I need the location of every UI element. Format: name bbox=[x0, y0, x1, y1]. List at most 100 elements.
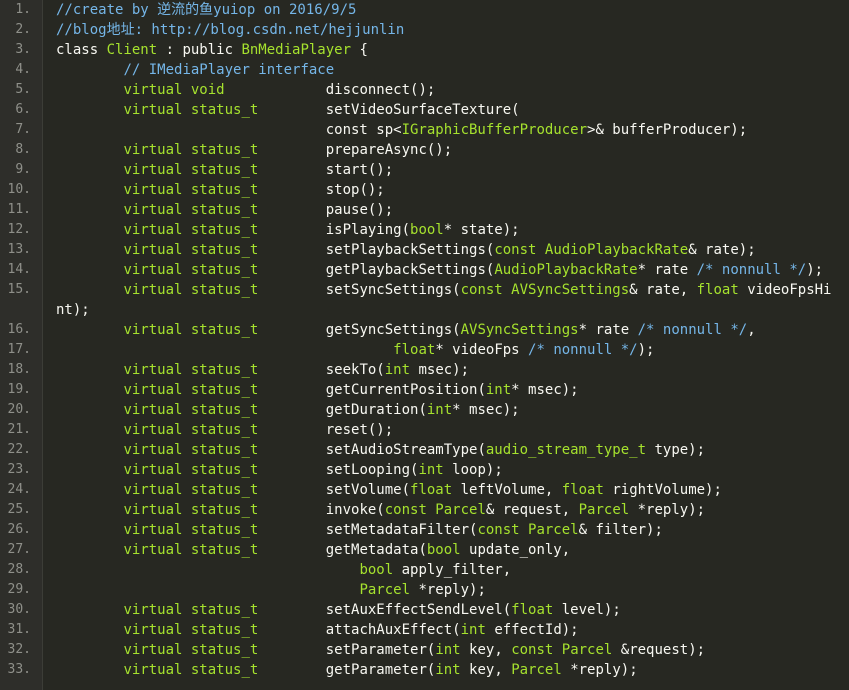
code-token-type: virtual status_t bbox=[123, 362, 259, 378]
line-number: 30. bbox=[7, 602, 31, 617]
code-line[interactable]: 19. virtual status_t getCurrentPosition(… bbox=[0, 380, 849, 400]
code-line[interactable]: 11. virtual status_t pause(); bbox=[0, 200, 849, 220]
code-line[interactable]: 6. virtual status_t setVideoSurfaceTextu… bbox=[0, 100, 849, 120]
code-line[interactable]: 29. Parcel *reply); bbox=[0, 580, 849, 600]
code-token-plain: : public bbox=[157, 42, 242, 58]
code-token-plain: * rate bbox=[578, 322, 638, 338]
code-line[interactable]: 12. virtual status_t isPlaying(bool* sta… bbox=[0, 220, 849, 240]
line-text: virtual status_t getPlaybackSettings(Aud… bbox=[56, 260, 823, 280]
code-token-plain: prepareAsync(); bbox=[258, 142, 453, 158]
code-line[interactable]: 31. virtual status_t attachAuxEffect(int… bbox=[0, 620, 849, 640]
code-token-type: const AudioPlaybackRate bbox=[494, 242, 689, 258]
code-token-plain: getPlaybackSettings( bbox=[258, 262, 495, 278]
code-line[interactable]: 4. // IMediaPlayer interface bbox=[0, 60, 849, 80]
line-number: 4. bbox=[15, 62, 31, 77]
code-line[interactable]: 17. float* videoFps /* nonnull */); bbox=[0, 340, 849, 360]
code-token-plain: getParameter( bbox=[258, 662, 436, 678]
code-token-type: virtual status_t bbox=[123, 202, 259, 218]
code-token-plain: setAuxEffectSendLevel( bbox=[258, 602, 512, 618]
code-line[interactable]: 33. virtual status_t getParameter(int ke… bbox=[0, 660, 849, 680]
code-line[interactable]: 1. //create by 逆流的鱼yuiop on 2016/9/5 bbox=[0, 0, 849, 20]
line-text: virtual status_t seekTo(int msec); bbox=[56, 360, 469, 380]
code-line[interactable]: 22. virtual status_t setAudioStreamType(… bbox=[0, 440, 849, 460]
code-line[interactable]: 13. virtual status_t setPlaybackSettings… bbox=[0, 240, 849, 260]
code-token-plain: getSyncSettings( bbox=[258, 322, 461, 338]
code-token-plain: pause(); bbox=[258, 202, 394, 218]
code-token-type: const Parcel bbox=[511, 642, 613, 658]
line-text: virtual status_t setAuxEffectSendLevel(f… bbox=[56, 600, 620, 620]
code-token-plain: *reply); bbox=[629, 502, 706, 518]
line-number: 13. bbox=[7, 242, 31, 257]
code-line[interactable]: 30. virtual status_t setAuxEffectSendLev… bbox=[0, 600, 849, 620]
code-token-comment: // IMediaPlayer interface bbox=[123, 62, 335, 78]
code-token-type: float bbox=[696, 282, 739, 298]
code-token-type: BnMediaPlayer bbox=[241, 42, 352, 58]
code-line[interactable]: 8. virtual status_t prepareAsync(); bbox=[0, 140, 849, 160]
code-line[interactable]: 32. virtual status_t setParameter(int ke… bbox=[0, 640, 849, 660]
code-line[interactable]: 18. virtual status_t seekTo(int msec); bbox=[0, 360, 849, 380]
code-line[interactable]: 26. virtual status_t setMetadataFilter(c… bbox=[0, 520, 849, 540]
line-text: Parcel *reply); bbox=[56, 580, 485, 600]
code-token-type: const Parcel bbox=[384, 502, 486, 518]
code-line[interactable]: 27. virtual status_t getMetadata(bool up… bbox=[0, 540, 849, 560]
code-token-type: bool bbox=[359, 562, 394, 578]
code-token-plain: , bbox=[747, 322, 756, 338]
code-token-plain: start(); bbox=[258, 162, 394, 178]
code-token-plain: isPlaying( bbox=[258, 222, 411, 238]
code-line[interactable]: 15. virtual status_t setSyncSettings(con… bbox=[0, 280, 849, 300]
line-text: nt); bbox=[56, 300, 90, 320]
code-token-plain: rightVolume); bbox=[603, 482, 722, 498]
code-line[interactable]: 23. virtual status_t setLooping(int loop… bbox=[0, 460, 849, 480]
code-line[interactable]: 21. virtual status_t reset(); bbox=[0, 420, 849, 440]
code-token-type: IGraphicBufferProducer bbox=[401, 122, 588, 138]
code-token-plain: * msec); bbox=[511, 382, 579, 398]
code-token-plain: setVolume( bbox=[258, 482, 411, 498]
code-token-type: const AVSyncSettings bbox=[460, 282, 630, 298]
code-line[interactable]: 16. virtual status_t getSyncSettings(AVS… bbox=[0, 320, 849, 340]
code-line[interactable]: 20. virtual status_t getDuration(int* ms… bbox=[0, 400, 849, 420]
line-text: virtual status_t prepareAsync(); bbox=[56, 140, 452, 160]
code-line[interactable]: 10. virtual status_t stop(); bbox=[0, 180, 849, 200]
code-line[interactable]: nt); bbox=[0, 300, 849, 320]
code-line[interactable]: 2. //blog地址: http://blog.csdn.net/hejjunl… bbox=[0, 20, 849, 40]
code-line[interactable]: 3. class Client : public BnMediaPlayer { bbox=[0, 40, 849, 60]
line-text: virtual status_t setVolume(float leftVol… bbox=[56, 480, 722, 500]
code-token-plain: >& bufferProducer); bbox=[587, 122, 748, 138]
code-line[interactable]: 14. virtual status_t getPlaybackSettings… bbox=[0, 260, 849, 280]
line-text: virtual status_t getMetadata(bool update… bbox=[56, 540, 570, 560]
code-token-plain: & request, bbox=[485, 502, 579, 518]
line-text: //create by 逆流的鱼yuiop on 2016/9/5 bbox=[56, 0, 356, 20]
line-number: 14. bbox=[7, 262, 31, 277]
code-line[interactable]: 5. virtual void disconnect(); bbox=[0, 80, 849, 100]
line-number: 20. bbox=[7, 402, 31, 417]
line-text: virtual status_t pause(); bbox=[56, 200, 393, 220]
code-token-plain: class bbox=[56, 42, 107, 58]
line-number: 28. bbox=[7, 562, 31, 577]
code-token-type: virtual status_t bbox=[123, 402, 259, 418]
code-token-plain: setParameter( bbox=[258, 642, 436, 658]
code-line[interactable]: 25. virtual status_t invoke(const Parcel… bbox=[0, 500, 849, 520]
code-token-plain: ); bbox=[806, 262, 824, 278]
line-number: 3. bbox=[15, 42, 31, 57]
code-line[interactable]: 7. const sp<IGraphicBufferProducer>& buf… bbox=[0, 120, 849, 140]
code-line[interactable]: 9. virtual status_t start(); bbox=[0, 160, 849, 180]
code-line[interactable]: 28. bool apply_filter, bbox=[0, 560, 849, 580]
code-token-plain: setLooping( bbox=[258, 462, 419, 478]
code-token-plain: invoke( bbox=[258, 502, 385, 518]
line-number: 15. bbox=[7, 282, 31, 297]
code-line[interactable]: 24. virtual status_t setVolume(float lef… bbox=[0, 480, 849, 500]
code-token-type: virtual status_t bbox=[123, 622, 259, 638]
